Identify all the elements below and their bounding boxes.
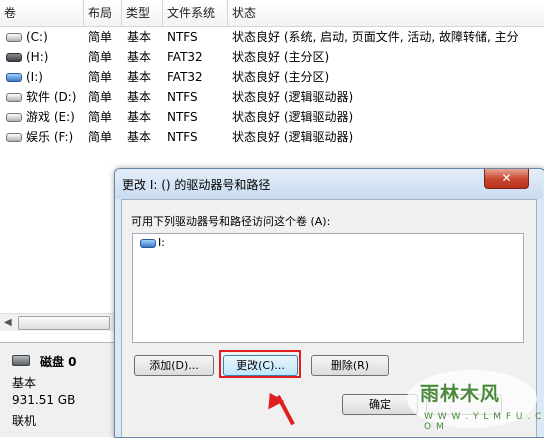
volume-row[interactable]: (C:) 简单 基本 NTFS 状态良好 (系统, 启动, 页面文件, 活动, 故障转储… bbox=[0, 27, 544, 47]
volume-row[interactable]: (H:) 简单 基本 FAT32 状态良好 (主分区) bbox=[0, 47, 544, 67]
disk-type: 基本 bbox=[12, 376, 37, 390]
volume-name: (C:) bbox=[26, 30, 48, 44]
volume-status: 状态良好 (系统, 启动, 页面文件, 活动, 故障转储, 主分 bbox=[232, 30, 519, 44]
volume-row[interactable]: 娱乐 (F:) 简单 基本 NTFS 状态良好 (逻辑驱动器) bbox=[0, 127, 544, 147]
volume-filesystem: FAT32 bbox=[167, 50, 203, 64]
add-button[interactable]: 添加(D)... bbox=[134, 355, 214, 376]
column-header-filesystem[interactable]: 文件系统 bbox=[163, 0, 228, 26]
column-header-layout[interactable]: 布局 bbox=[84, 0, 122, 26]
volume-layout: 简单 bbox=[88, 30, 113, 44]
volume-layout: 简单 bbox=[88, 130, 113, 144]
disk-name: 磁盘 0 bbox=[40, 355, 77, 369]
volume-name: (H:) bbox=[26, 50, 49, 64]
volume-type: 基本 bbox=[127, 30, 152, 44]
watermark-text: 雨林木风 bbox=[420, 383, 501, 405]
volume-list-header: 卷 布局 类型 文件系统 状态 bbox=[0, 0, 544, 27]
volume-type: 基本 bbox=[127, 130, 152, 144]
volume-row[interactable]: 游戏 (E:) 简单 基本 NTFS 状态良好 (逻辑驱动器) bbox=[0, 107, 544, 127]
drive-icon bbox=[6, 93, 22, 102]
volume-layout: 简单 bbox=[88, 90, 113, 104]
drive-icon bbox=[6, 133, 22, 142]
volume-status: 状态良好 (逻辑驱动器) bbox=[232, 110, 354, 124]
volume-filesystem: FAT32 bbox=[167, 70, 203, 84]
change-button[interactable]: 更改(C)... bbox=[223, 355, 298, 376]
volume-status: 状态良好 (主分区) bbox=[232, 50, 330, 64]
drive-icon bbox=[6, 53, 22, 62]
scroll-left-arrow-icon[interactable]: ◀ bbox=[4, 317, 12, 328]
hard-disk-icon bbox=[12, 355, 30, 366]
volume-type: 基本 bbox=[127, 50, 152, 64]
disk-size: 931.51 GB bbox=[12, 393, 76, 407]
volume-type: 基本 bbox=[127, 70, 152, 84]
volume-filesystem: NTFS bbox=[167, 90, 198, 104]
volume-type: 基本 bbox=[127, 90, 152, 104]
path-list-label: 可用下列驱动器号和路径访问这个卷 (A): bbox=[131, 215, 331, 228]
column-header-volume[interactable]: 卷 bbox=[0, 0, 84, 26]
volume-filesystem: NTFS bbox=[167, 110, 198, 124]
dialog-title: 更改 I: () 的驱动器号和路径 bbox=[122, 178, 271, 192]
close-button[interactable]: ✕ bbox=[484, 169, 529, 189]
volume-name: 娱乐 (F:) bbox=[26, 130, 74, 144]
volume-layout: 简单 bbox=[88, 110, 113, 124]
path-list-item[interactable]: I: bbox=[158, 236, 165, 249]
volume-status: 状态良好 (逻辑驱动器) bbox=[232, 130, 354, 144]
volume-type: 基本 bbox=[127, 110, 152, 124]
column-header-type[interactable]: 类型 bbox=[122, 0, 163, 26]
drive-icon bbox=[6, 33, 22, 42]
removable-drive-icon bbox=[140, 239, 156, 248]
drive-icon bbox=[6, 113, 22, 122]
remove-button[interactable]: 删除(R) bbox=[311, 355, 389, 376]
volume-name: (I:) bbox=[26, 70, 43, 84]
volume-status: 状态良好 (主分区) bbox=[232, 70, 330, 84]
volume-filesystem: NTFS bbox=[167, 130, 198, 144]
column-header-status[interactable]: 状态 bbox=[228, 0, 544, 26]
volume-layout: 简单 bbox=[88, 70, 113, 84]
volume-filesystem: NTFS bbox=[167, 30, 198, 44]
volume-row[interactable]: 软件 (D:) 简单 基本 NTFS 状态良好 (逻辑驱动器) bbox=[0, 87, 544, 107]
volume-row[interactable]: (I:) 简单 基本 FAT32 状态良好 (主分区) bbox=[0, 67, 544, 87]
volume-name: 游戏 (E:) bbox=[26, 110, 75, 124]
volume-layout: 简单 bbox=[88, 50, 113, 64]
scrollbar-thumb[interactable] bbox=[18, 316, 110, 330]
disk-state: 联机 bbox=[12, 414, 37, 428]
path-listbox[interactable] bbox=[132, 233, 524, 343]
watermark-url: W W W . Y L M F U . C O M bbox=[424, 412, 543, 432]
volume-status: 状态良好 (逻辑驱动器) bbox=[232, 90, 354, 104]
removable-drive-icon bbox=[6, 73, 22, 82]
volume-name: 软件 (D:) bbox=[26, 90, 77, 104]
